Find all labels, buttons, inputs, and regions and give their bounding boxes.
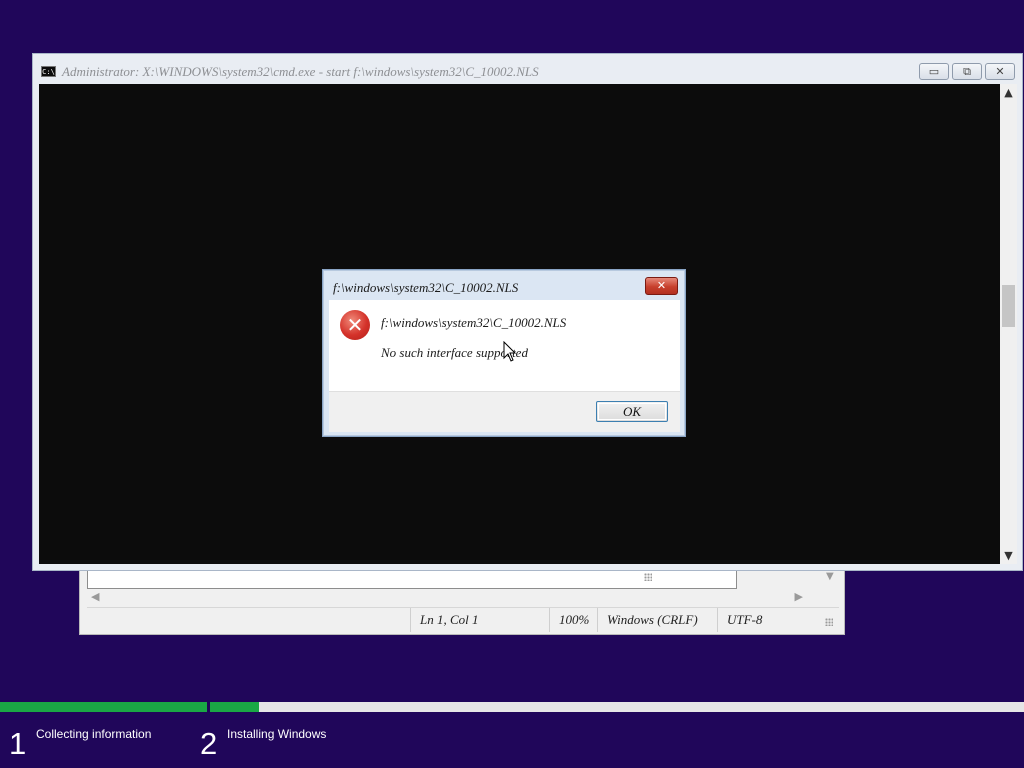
resize-grip-icon [644, 573, 652, 581]
scroll-up-arrow-icon[interactable]: ▲ [1000, 86, 1017, 99]
horizontal-scrollbar[interactable]: ◀ ▶ [87, 589, 827, 605]
restore-button[interactable]: ⧉ [952, 63, 982, 80]
scroll-thumb[interactable] [1002, 285, 1015, 327]
caption-buttons: ▭ ⧉ ✕ [919, 63, 1015, 80]
cmd-window-title: Administrator: X:\WINDOWS\system32\cmd.e… [62, 64, 539, 79]
minimize-button[interactable]: ▭ [919, 63, 949, 80]
close-button[interactable]: ✕ [985, 63, 1015, 80]
notepad-status-bar: Ln 1, Col 1 100% Windows (CRLF) UTF-8 [87, 607, 839, 632]
scroll-down-arrow-icon[interactable]: ▼ [826, 571, 834, 582]
ok-button[interactable]: OK [596, 401, 668, 422]
dialog-message-path: f:\windows\system32\C_10002.NLS [381, 315, 567, 330]
setup-progress-bar [0, 702, 1024, 712]
scroll-left-arrow-icon[interactable]: ◀ [91, 590, 99, 603]
status-cursor-position: Ln 1, Col 1 [410, 608, 549, 632]
mouse-cursor-icon [503, 341, 517, 362]
console-vertical-scrollbar[interactable]: ▲ ▼ [1000, 84, 1017, 564]
dialog-title: f:\windows\system32\C_10002.NLS [333, 280, 519, 295]
cmd-app-icon: C:\ [41, 66, 56, 77]
status-encoding: UTF-8 [717, 608, 817, 632]
scroll-right-arrow-icon[interactable]: ▶ [795, 590, 803, 603]
dialog-button-bar: OK [329, 391, 680, 432]
progress-step2-fill [210, 702, 259, 712]
step-number: 1 [9, 726, 27, 761]
step-label: Collecting information [36, 727, 152, 741]
status-zoom: 100% [549, 608, 597, 632]
step-number: 2 [200, 726, 218, 761]
error-icon: ✕ [340, 310, 370, 340]
dialog-close-button[interactable]: ✕ [645, 277, 678, 295]
step-label: Installing Windows [227, 727, 327, 741]
status-resize-grip-icon[interactable] [825, 618, 833, 626]
scroll-down-arrow-icon[interactable]: ▼ [1000, 549, 1017, 562]
notepad-window: ▼ ◀ ▶ Ln 1, Col 1 100% Windows (CRLF) UT… [79, 566, 845, 635]
progress-step1-fill [0, 702, 207, 712]
status-line-ending: Windows (CRLF) [597, 608, 717, 632]
